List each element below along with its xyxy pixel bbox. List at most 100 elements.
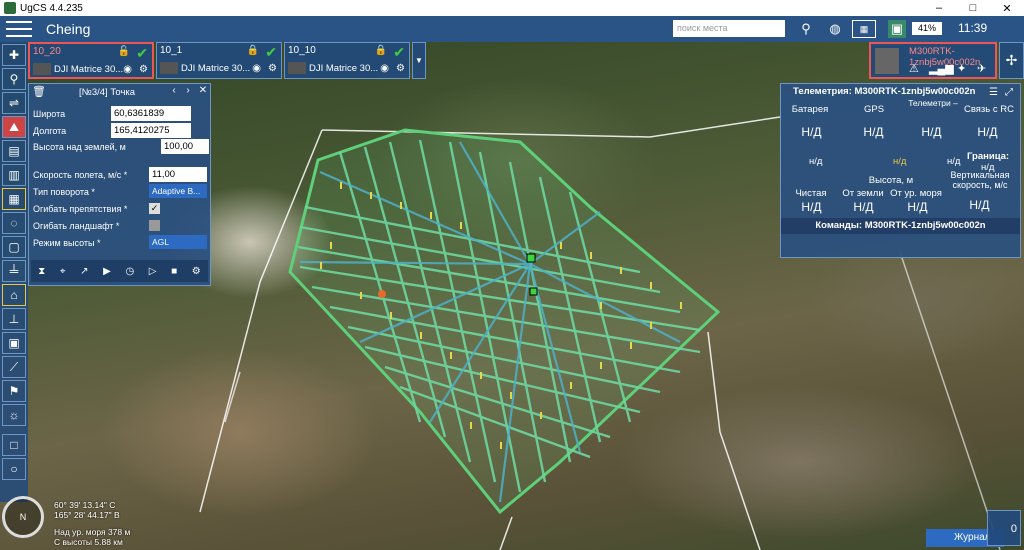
poi-icon[interactable]: ⚑ (2, 380, 26, 402)
lock-icon[interactable]: 🔒 (247, 45, 259, 56)
minimize-button[interactable]: – (922, 2, 956, 15)
compass-icon[interactable]: N (2, 496, 44, 538)
longitude-readout: 165° 28' 44.17" В (54, 510, 120, 520)
check-icon[interactable]: ✔ (136, 45, 148, 62)
lock-icon[interactable]: 🔒 (375, 45, 387, 56)
maximize-button[interactable]: □ (956, 2, 990, 15)
keyboard-icon[interactable]: ▦ (852, 20, 876, 38)
height-field[interactable]: 100,00 (161, 139, 209, 154)
settings-icon[interactable]: ⚙ (396, 63, 405, 74)
circle-zone-icon[interactable]: ○ (2, 458, 26, 480)
next-waypoint-button[interactable]: › (182, 85, 194, 99)
structure-icon[interactable]: ⊥ (2, 308, 26, 330)
search-icon[interactable]: ⚲ (798, 20, 814, 38)
telemetry-label: Телеметри – (908, 98, 958, 108)
more-routes-button[interactable]: ▼ (412, 42, 426, 79)
latitude-label: Широта (33, 109, 66, 119)
settings-icon[interactable]: ⚙ (139, 64, 148, 75)
longitude-field[interactable]: 165,4120275 (111, 123, 191, 138)
battery-indicator: 41% (912, 22, 942, 35)
turn-type-select[interactable]: Adaptive B... (149, 184, 207, 198)
drone-thumbnail (33, 63, 51, 75)
signal-icon: ▂▄▆ (929, 63, 954, 75)
speed-label: Скорость полета, м/с * (33, 170, 128, 180)
warning-icon: ⚠ (909, 63, 919, 75)
photogrammetry-icon[interactable]: ⇌ (2, 92, 26, 114)
area-scan-icon[interactable]: ▤ (2, 140, 26, 162)
video-stop-icon[interactable]: ■ (171, 266, 177, 277)
follow-terrain-label: Огибать ландшафт * (33, 221, 120, 231)
check-icon[interactable]: ✔ (265, 44, 277, 61)
commands-title[interactable]: Команды: M300RTK-1znbj5w00c002n (781, 218, 1020, 234)
check-icon[interactable]: ✔ (393, 44, 405, 61)
vehicle-settings-button[interactable]: ✢ (999, 42, 1024, 79)
visibility-icon[interactable]: ◉ (380, 63, 389, 74)
rc-icon: ✈ (977, 63, 987, 75)
add-route-icon[interactable]: ✚ (2, 44, 26, 66)
wait-action-icon[interactable]: ⧗ (38, 266, 45, 277)
payload-icon[interactable]: ⚙ (192, 266, 201, 277)
spiral-icon[interactable]: ▣ (2, 332, 26, 354)
journal-count[interactable]: 0 (987, 510, 1021, 546)
vehicle-panel-icon[interactable]: ▣ (888, 20, 906, 38)
trash-icon[interactable]: 🗑 (32, 85, 46, 98)
close-button[interactable]: ✕ (990, 2, 1024, 15)
vertical-speed-value: Н/Д (969, 198, 990, 212)
video-icon[interactable]: ▷ (149, 266, 157, 277)
turn-type-label: Тип поворота * (33, 187, 95, 197)
vehicle-card[interactable]: M300RTK-1znbj5w00c002n ⚠ ▂▄▆ ✦ ✈ (869, 42, 997, 79)
terrain-profile-icon[interactable]: ⛰ (2, 116, 26, 138)
waypoint-header: 🗑 [№3/4] Точка ‹ › ✕ (29, 84, 210, 101)
menu-icon[interactable] (6, 19, 32, 39)
waypoint-panel: 🗑 [№3/4] Точка ‹ › ✕ Широта 60,6361839 Д… (28, 83, 211, 286)
longitude-label: Долгота (33, 126, 67, 136)
perimeter-icon[interactable]: ⌂ (2, 284, 26, 306)
route-tabs: 10_20 🔓 ✔ DJI Matrice 30... ◉ ⚙ 10_1 🔒 ✔… (28, 42, 426, 79)
os-titlebar: UgCS 4.4.235 – □ ✕ (0, 0, 1024, 16)
route-tab[interactable]: 10_20 🔓 ✔ DJI Matrice 30... ◉ ⚙ (28, 42, 154, 79)
vertical-scan-icon[interactable]: ╧ (2, 260, 26, 282)
globe-icon[interactable]: ◍ (826, 20, 844, 38)
camera-tilt-icon[interactable]: ⌖ (60, 266, 66, 277)
drone-thumbnail (288, 62, 306, 74)
follow-terrain-checkbox[interactable] (149, 220, 160, 231)
list-icon[interactable]: ☰ (989, 85, 998, 100)
speed-field[interactable]: 11,00 (149, 167, 207, 182)
clean-value: Н/Д (801, 200, 822, 214)
photo-timer-icon[interactable]: ◷ (125, 266, 134, 277)
waypoint-icon[interactable]: ⚲ (2, 68, 26, 90)
close-panel-button[interactable]: ✕ (197, 85, 209, 99)
corridor-icon[interactable]: ▥ (2, 164, 26, 186)
route-tab[interactable]: 10_10 🔒 ✔ DJI Matrice 30... ◉ ⚙ (284, 42, 410, 79)
polygon-icon[interactable]: ▢ (2, 236, 26, 258)
avoid-obstacles-checkbox[interactable]: ✓ (149, 203, 160, 214)
unlock-icon[interactable]: 🔓 (118, 46, 130, 57)
latitude-field[interactable]: 60,6361839 (111, 106, 191, 121)
altitude-mode-select[interactable]: AGL (149, 235, 207, 249)
visibility-icon[interactable]: ◉ (252, 63, 261, 74)
route-tab[interactable]: 10_1 🔒 ✔ DJI Matrice 30... ◉ ⚙ (156, 42, 282, 79)
status-value: н/д (893, 156, 907, 167)
telemetry-panel: Телеметрия: M300RTK-1znbj5w00c002n ☰ ⤢ Б… (780, 83, 1021, 258)
yaw-icon[interactable]: ↗ (80, 266, 88, 277)
facade-icon[interactable]: ▦ (2, 188, 26, 210)
ruler-icon[interactable]: ⟋ (2, 356, 26, 378)
settings-icon[interactable]: ⚙ (268, 63, 277, 74)
sun-icon[interactable]: ☼ (2, 404, 26, 426)
battery-label: Батарея (791, 104, 829, 115)
gps-value: Н/Д (863, 125, 884, 139)
ugcs-app-icon (4, 2, 16, 14)
from-ground-value: Н/Д (853, 200, 874, 214)
mode-value: н/д (947, 156, 961, 167)
circle-icon[interactable]: ◌ (2, 212, 26, 234)
search-input[interactable]: поиск места (673, 20, 785, 37)
border-label: Граница: (967, 151, 1010, 162)
prev-waypoint-button[interactable]: ‹ (168, 85, 180, 99)
avoid-obstacles-label: Огибать препятствия * (33, 204, 128, 214)
visibility-icon[interactable]: ◉ (123, 64, 132, 75)
nofly-zone-icon[interactable]: □ (2, 434, 26, 456)
telemetry-title: Телеметрия: M300RTK-1znbj5w00c002n (793, 86, 976, 97)
route-name: 10_20 (33, 46, 61, 57)
expand-icon[interactable]: ⤢ (1005, 85, 1013, 100)
camera-icon[interactable]: ▶ (103, 266, 111, 277)
